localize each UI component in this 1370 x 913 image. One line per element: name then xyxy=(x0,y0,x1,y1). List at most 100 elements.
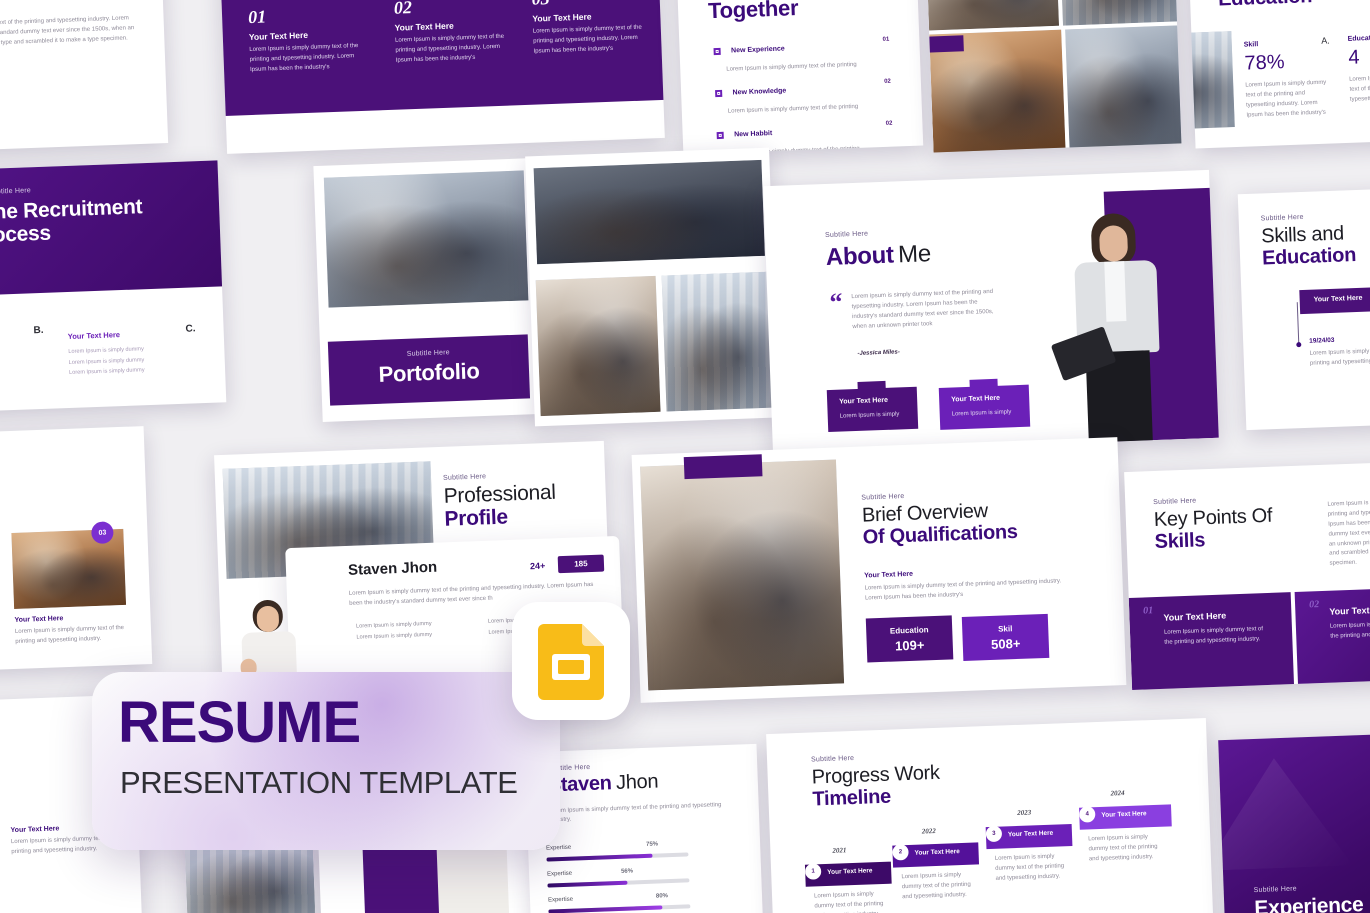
slide-staven-jhon-skills[interactable]: Subtitle Here Staven Jhon Lorem Ipsum is… xyxy=(524,743,764,913)
slide-key-points-skills[interactable]: Subtitle Here Key Points Of Skills Lorem… xyxy=(1124,460,1370,690)
step-heading: Your Text Here xyxy=(532,11,592,24)
slide-title-accent: About xyxy=(825,241,895,272)
slide-title: Together xyxy=(707,0,799,24)
step-heading: Your Text Here xyxy=(248,29,309,43)
slide-together[interactable]: Together New Experience 01 Lorem Ipsum i… xyxy=(672,0,924,155)
step-body: Lorem Ipsum is simply dummy text of the … xyxy=(901,872,971,901)
square-bullet-icon xyxy=(713,48,721,56)
item-label: New Habbit xyxy=(734,130,773,139)
step-number: 02 xyxy=(393,0,413,18)
person-photo xyxy=(1050,211,1191,446)
item-number: 02 xyxy=(885,120,893,127)
stat-value: 4 xyxy=(1347,46,1360,69)
bar-percent: 75% xyxy=(645,841,659,848)
slide-title-line2: Profile xyxy=(444,505,509,531)
card-body: Lorem Ipsum is simply xyxy=(951,409,1012,418)
step-item: 02 Your Text Here Lorem Ipsum is simply … xyxy=(394,0,514,66)
slide-brief-overview[interactable]: Subtitle Here Brief Overview Of Qualific… xyxy=(631,437,1127,703)
step-year: 2023 xyxy=(1017,808,1032,817)
slide-experience[interactable]: Experience product Subtitle Here Experie… xyxy=(1218,731,1370,913)
slide-skills-education-right[interactable]: Subtitle Here Skills and Education Your … xyxy=(1237,185,1370,431)
card-heading: Your Text Here xyxy=(839,396,889,406)
stat-body: Lorem Ipsum is simply dummy text of the … xyxy=(1349,74,1370,103)
item-label: New Knowledge xyxy=(732,87,787,97)
item-number: 02 xyxy=(884,78,891,85)
step-year: 2021 xyxy=(832,846,847,855)
item-body: Lorem Ipsum is simply dummy text of the … xyxy=(727,103,859,115)
step-item: 03 Your Text Here Lorem Ipsum is simply … xyxy=(531,0,651,57)
stat-card[interactable]: Skil 508+ xyxy=(961,613,1050,661)
bar-percent: 56% xyxy=(620,868,634,875)
stat-card[interactable]: Education 109+ xyxy=(865,615,954,663)
quote-text: Lorem ipsum is simply dummy text of the … xyxy=(851,288,994,330)
photo-thumb xyxy=(533,159,765,265)
slide-title-line2: Which Position xyxy=(0,472,122,505)
quote-mark-icon: “ xyxy=(829,287,844,317)
hero-subtitle: PRESENTATION TEMPLATE xyxy=(120,765,518,800)
bar-fill xyxy=(546,853,653,862)
slide-subtitle: Subtitle Here xyxy=(1260,213,1304,223)
step-year: 2024 xyxy=(1110,789,1125,798)
photo-thumb xyxy=(1184,31,1235,133)
slide-resume-steps[interactable]: Resume 01 Your Text Here Lorem Ipsum is … xyxy=(217,0,665,154)
info-card[interactable]: Your Text Here Lorem Ipsum is simply xyxy=(938,378,1031,430)
card-body: Lorem Ipsum is simply dummy text of the … xyxy=(1329,620,1370,640)
watermark-line1: Experience xyxy=(1325,754,1370,772)
hero-title-card: RESUME PRESENTATION TEMPLATE xyxy=(92,672,560,850)
slide-portofolio[interactable]: Subtitle Here Portofolio xyxy=(313,158,543,422)
item-number: 01 xyxy=(882,36,890,43)
slide-progress-timeline[interactable]: Subtitle Here Progress Work Timeline 202… xyxy=(766,718,1214,913)
stat-body: Lorem Ipsum is simply dummy text of the … xyxy=(1245,79,1327,119)
google-slides-badge[interactable] xyxy=(512,602,630,720)
column-bullet: Lorem Ipsum is simply dummy xyxy=(0,368,35,383)
step-body: Lorem Ipsum is simply dummy text of the … xyxy=(532,24,642,55)
photo-thumb xyxy=(640,459,845,691)
recruitment-column: Your Text Here Lorem Ipsum is simply dum… xyxy=(68,328,188,379)
slide-collage-canvas: Your Text Here Lorem Ipsum is simply dum… xyxy=(0,0,1370,913)
photo-thumb xyxy=(661,271,773,412)
stat-value: 109+ xyxy=(894,636,925,653)
slide-title-line2: Education xyxy=(1218,0,1370,11)
info-card[interactable]: Your Text Here Lorem Ipsum is simply xyxy=(826,380,919,433)
square-bullet-icon xyxy=(716,132,724,140)
count-badge: 185 xyxy=(557,554,605,574)
step-body: Lorem Ipsum is simply dummy text of the … xyxy=(813,891,884,913)
bar-label: Expertise xyxy=(547,896,574,904)
stat-label: Skill xyxy=(1243,41,1259,49)
card-body: Lorem Ipsum is simply xyxy=(839,411,900,420)
slide-text-here-top-left[interactable]: Your Text Here Lorem Ipsum is simply dum… xyxy=(0,0,169,153)
google-slides-icon xyxy=(538,624,604,700)
stat-label: Skil xyxy=(997,623,1013,634)
timeline-connector xyxy=(1296,302,1300,345)
card-number: 01 xyxy=(1143,605,1154,617)
step-body: Lorem Ipsum is simply dummy text of the … xyxy=(249,43,359,73)
slide-about-me[interactable]: Subtitle Here About Me “ Lorem ipsum is … xyxy=(763,169,1219,455)
slide-subtitle: Subtitle Here xyxy=(442,473,487,482)
card-heading: Your Text Here xyxy=(1329,604,1370,617)
accent-bar xyxy=(922,35,964,53)
slide-skills-education-top[interactable]: Skills and Education Skill A. 78% Lorem … xyxy=(1184,0,1370,149)
bar-label: Expertise xyxy=(546,844,572,852)
item-label: New Experience xyxy=(730,45,785,55)
photo-thumb xyxy=(926,0,1060,31)
photo-thumb xyxy=(1059,0,1179,26)
step-year: 2022 xyxy=(921,826,936,836)
person-name-rest: Jhon xyxy=(615,770,659,794)
slide-photo-collage[interactable] xyxy=(525,147,779,427)
slide-recruitment-process[interactable]: Subtitle Here Resume in the Recruitment … xyxy=(0,160,227,418)
slide-photo-grid-top[interactable] xyxy=(922,0,1182,153)
slide-roles-position[interactable]: Roles And Which Position 03 Your Text He… xyxy=(0,426,153,676)
slide-title-line2: Skills xyxy=(1154,528,1206,553)
bar-label: Expertise xyxy=(546,870,573,878)
step-number: 01 xyxy=(247,6,267,28)
stat-label: Education xyxy=(889,624,929,636)
slide-subtitle: Subtitle Here xyxy=(824,230,869,240)
timeline-body: Lorem Ipsum is simply dummy text of the … xyxy=(1309,347,1370,367)
step-body: Lorem Ipsum is simply dummy text of the … xyxy=(394,33,505,64)
photo-thumb xyxy=(535,275,661,417)
quote-attribution: -Jessica Miles- xyxy=(857,349,900,357)
together-item: New Experience 01 Lorem Ipsum is simply … xyxy=(713,37,890,76)
stat-value: 78% xyxy=(1244,51,1285,75)
recruitment-column: Your Text Here Lorem Ipsum is simply dum… xyxy=(0,331,35,382)
column-heading: Your Text Here xyxy=(67,330,121,342)
